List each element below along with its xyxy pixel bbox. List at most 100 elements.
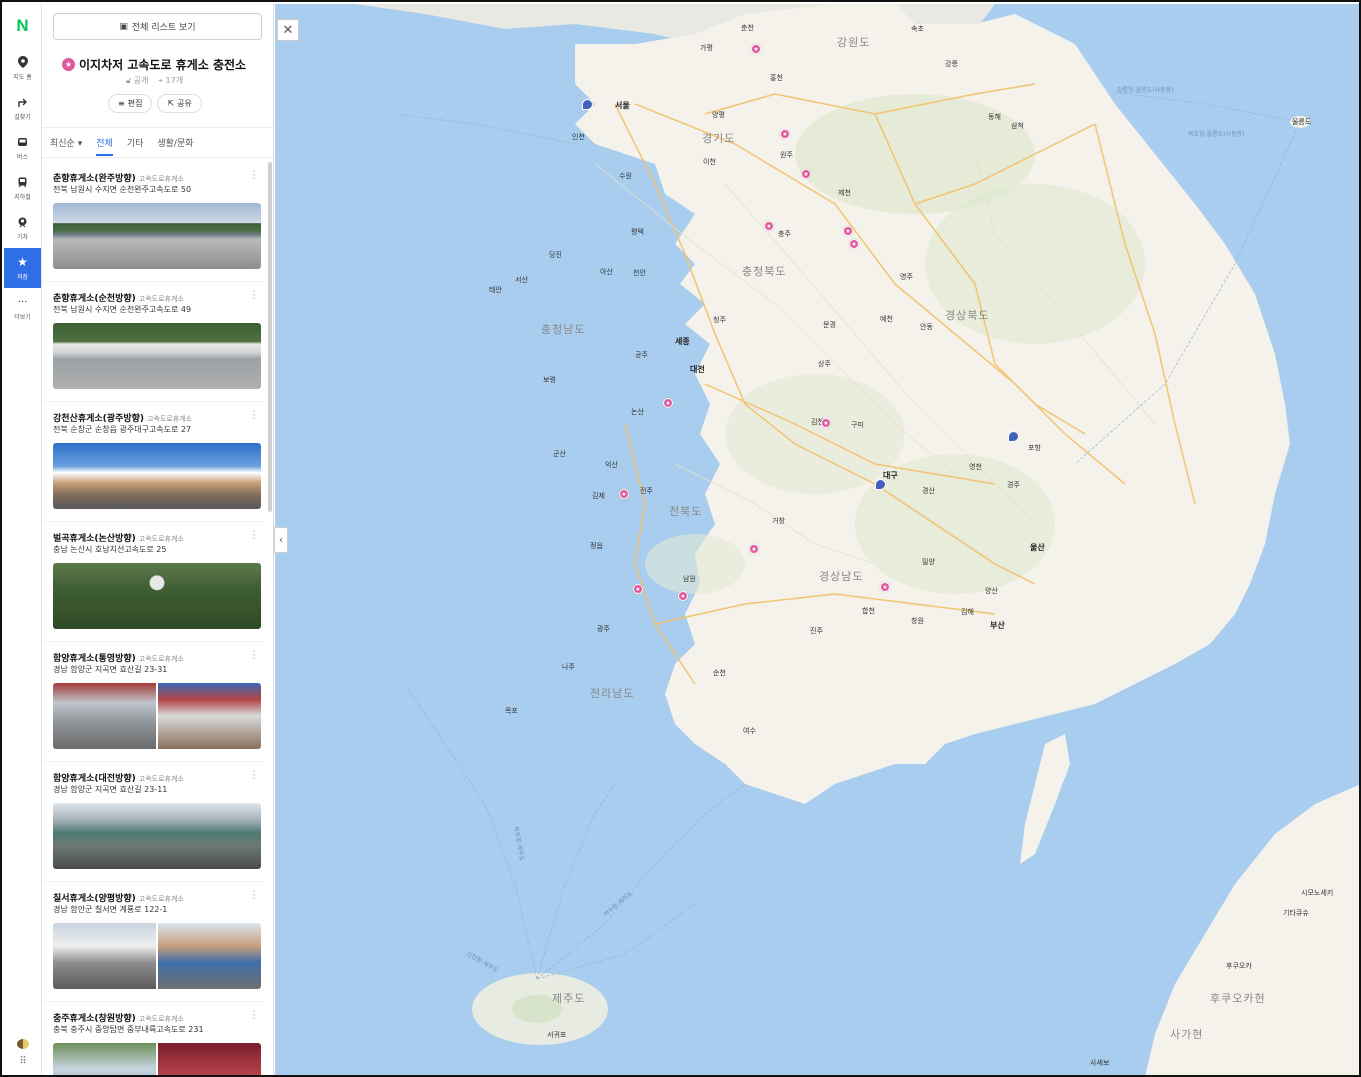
city-label: 거창 xyxy=(772,517,785,525)
region-label: 전북도 xyxy=(669,505,703,518)
list-item[interactable]: 함양휴게소(통영방향) 고속도로휴게소 경남 함양군 지곡면 효산길 23-31 … xyxy=(42,642,267,762)
more-options-icon[interactable]: ⋮ xyxy=(249,530,259,541)
filter-tab-etc[interactable]: 기타 xyxy=(127,136,144,149)
place-photos[interactable] xyxy=(53,323,261,389)
saved-place-pin[interactable]: ★ xyxy=(663,398,673,408)
more-options-icon[interactable]: ⋮ xyxy=(249,170,259,181)
star-badge-icon: ★ xyxy=(62,58,75,71)
view-all-list-button[interactable]: ▣ 전체 리스트 보기 xyxy=(53,13,262,40)
region-label: 강원도 xyxy=(837,36,871,49)
city-label: 익산 xyxy=(605,461,618,469)
region-label: 경상북도 xyxy=(945,309,990,322)
list-item[interactable]: 춘향휴게소(완주방향) 고속도로휴게소 전북 남원시 수지면 순천완주고속도로 5… xyxy=(42,162,267,282)
place-name: 벌곡휴게소(논산방향) 고속도로휴게소 xyxy=(53,534,184,544)
place-photos[interactable] xyxy=(53,203,261,269)
city-label: 서울 xyxy=(615,101,630,110)
saved-place-pin[interactable]: ★ xyxy=(764,221,774,231)
naver-logo[interactable]: N xyxy=(4,4,41,48)
saved-place-pin[interactable]: ★ xyxy=(801,169,811,179)
filter-tab-culture[interactable]: 생활/문화 xyxy=(157,136,193,149)
saved-place-pin[interactable]: ★ xyxy=(780,129,790,139)
place-address: 충남 논산시 호남지선고속도로 25 xyxy=(53,545,167,554)
city-label: 창원 xyxy=(911,617,924,625)
apps-grid-icon[interactable]: ⠿ xyxy=(19,1057,26,1067)
more-options-icon[interactable]: ⋮ xyxy=(249,890,259,901)
list-item[interactable]: 충주휴게소(창원방향) 고속도로휴게소 충북 충주시 중앙탑면 중부내륙고속도로 … xyxy=(42,1002,267,1075)
nav-train[interactable]: 기차 xyxy=(4,208,41,248)
city-label: 제천 xyxy=(838,189,851,197)
app-window: N 지도 홈 길찾기 버스 지하철 기차 ★ 저장 ··· 더보기 ⠿ ▣ 전체… xyxy=(0,0,1361,1077)
close-panel-button[interactable]: ✕ xyxy=(277,19,299,41)
place-photos[interactable] xyxy=(53,563,261,629)
edit-button[interactable]: ≡ 편집 xyxy=(108,94,153,113)
nav-more[interactable]: ··· 더보기 xyxy=(4,288,41,328)
city-label: 서귀포 xyxy=(547,1031,567,1039)
more-options-icon[interactable]: ⋮ xyxy=(249,650,259,661)
saved-list-panel: ▣ 전체 리스트 보기 ★ 이지차저 고속도로 휴게소 충전소 🔓︎ 공개 ⌖ … xyxy=(42,4,274,1075)
list-icon: ▣ xyxy=(119,21,128,32)
list-item[interactable]: 칠서휴게소(양평방향) 고속도로휴게소 경남 함안군 칠서면 계룡로 122-1 … xyxy=(42,882,267,1002)
saved-place-pin[interactable]: ★ xyxy=(821,418,831,428)
pin-small-icon: ⌖ xyxy=(158,76,163,85)
filter-tab-all[interactable]: 전체 xyxy=(96,136,113,156)
map-marker[interactable] xyxy=(1008,431,1019,442)
saved-place-pin[interactable]: ★ xyxy=(843,226,853,236)
more-options-icon[interactable]: ⋮ xyxy=(249,1010,259,1021)
divider xyxy=(42,127,273,128)
share-button[interactable]: ⇱ 공유 xyxy=(157,94,202,113)
place-address: 전북 순창군 순창읍 광주대구고속도로 27 xyxy=(53,425,192,434)
edit-label: 편집 xyxy=(127,99,143,108)
nav-bus[interactable]: 버스 xyxy=(4,128,41,168)
city-label: 시모노세키 xyxy=(1301,889,1334,897)
saved-place-pin[interactable]: ★ xyxy=(749,544,759,554)
nav-map-home[interactable]: 지도 홈 xyxy=(4,48,41,88)
region-label: 충청북도 xyxy=(742,265,787,278)
saved-place-pin[interactable]: ★ xyxy=(880,582,890,592)
map-base xyxy=(275,4,1359,1075)
more-options-icon[interactable]: ⋮ xyxy=(249,410,259,421)
place-photos[interactable] xyxy=(53,1043,261,1075)
left-nav-rail: N 지도 홈 길찾기 버스 지하철 기차 ★ 저장 ··· 더보기 ⠿ xyxy=(4,4,42,1075)
place-address: 경남 함양군 지곡면 효산길 23-31 xyxy=(53,665,168,674)
map-marker[interactable] xyxy=(875,479,886,490)
city-label: 밀양 xyxy=(922,558,935,566)
profile-avatar[interactable] xyxy=(17,1039,29,1049)
region-label: 제주도 xyxy=(552,992,586,1005)
bus-icon xyxy=(16,135,30,149)
city-label: 경산 xyxy=(922,487,935,495)
sort-dropdown[interactable]: 최신순 ▾ xyxy=(50,136,82,149)
map-canvas[interactable]: 강원도 경기도 충청북도 충청남도 경상북도 전북도 경상남도 전라남도 제주도… xyxy=(275,4,1359,1075)
place-photos[interactable] xyxy=(53,803,261,869)
place-category: 고속도로휴게소 xyxy=(138,295,184,303)
list-item[interactable]: 함양휴게소(대전방향) 고속도로휴게소 경남 함양군 지곡면 효산길 23-11 … xyxy=(42,762,267,882)
more-options-icon[interactable]: ⋮ xyxy=(249,770,259,781)
saved-place-pin[interactable]: ★ xyxy=(619,489,629,499)
saved-place-pin[interactable]: ★ xyxy=(678,591,688,601)
place-photos[interactable] xyxy=(53,443,261,509)
city-label: 대전 xyxy=(690,365,705,374)
list-item[interactable]: 강천산휴게소(광주방향) 고속도로휴게소 전북 순창군 순창읍 광주대구고속도로 … xyxy=(42,402,267,522)
more-options-icon[interactable]: ⋮ xyxy=(249,290,259,301)
place-photos[interactable] xyxy=(53,683,261,749)
saved-place-pin[interactable]: ★ xyxy=(849,239,859,249)
region-label: 충청남도 xyxy=(541,323,586,336)
place-address: 전북 남원시 수지면 순천완주고속도로 49 xyxy=(53,305,192,314)
place-photo xyxy=(158,923,261,989)
list-item[interactable]: 벌곡휴게소(논산방향) 고속도로휴게소 충남 논산시 호남지선고속도로 25 ⋮ xyxy=(42,522,267,642)
list-title: ★ 이지차저 고속도로 휴게소 충전소 xyxy=(62,56,262,73)
saved-place-pin[interactable]: ★ xyxy=(633,584,643,594)
panel-scrollbar[interactable] xyxy=(268,162,272,512)
city-label: 공주 xyxy=(635,351,648,359)
place-photos[interactable] xyxy=(53,923,261,989)
share-label: 공유 xyxy=(177,99,192,108)
nav-saved[interactable]: ★ 저장 xyxy=(4,248,41,288)
saved-place-pin[interactable]: ★ xyxy=(751,44,761,54)
city-label: 기타큐슈 xyxy=(1283,909,1309,917)
nav-subway[interactable]: 지하철 xyxy=(4,168,41,208)
region-label: 경기도 xyxy=(702,132,736,145)
map-marker[interactable] xyxy=(582,99,593,110)
list-item[interactable]: 춘향휴게소(순천방향) 고속도로휴게소 전북 남원시 수지면 순천완주고속도로 4… xyxy=(42,282,267,402)
city-label: 인천 xyxy=(572,133,585,141)
collapse-panel-button[interactable]: ‹ xyxy=(274,527,288,553)
nav-directions[interactable]: 길찾기 xyxy=(4,88,41,128)
